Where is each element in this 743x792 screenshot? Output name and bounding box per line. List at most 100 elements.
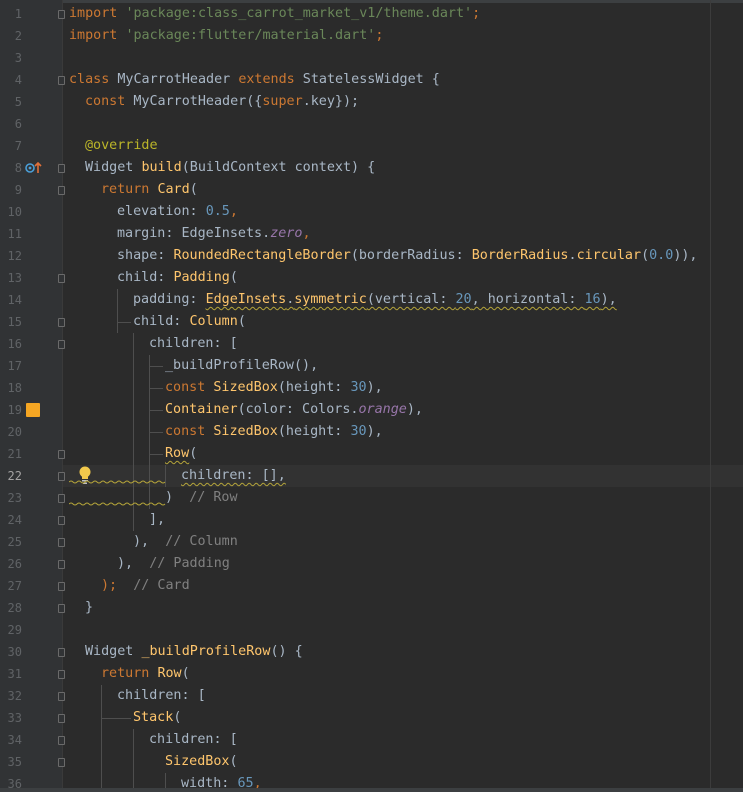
token: children: [],: [181, 468, 286, 483]
code-line-16[interactable]: children: [: [149, 333, 238, 355]
code-line-28[interactable]: }: [85, 597, 93, 619]
warning-squiggle: [69, 480, 166, 484]
line-number: 3: [14, 51, 22, 65]
token: ],: [149, 512, 166, 527]
code-line-10[interactable]: elevation: 0.5,: [117, 201, 238, 223]
color-swatch-icon[interactable]: [26, 403, 40, 417]
line-number: 31: [7, 667, 22, 681]
token: padding:: [133, 292, 206, 307]
token: _buildProfileRow: [141, 644, 271, 659]
code-editor[interactable]: 1 2 3 4 5 6 7 8 9 10 11 12 13 14 15 16 17 18 19 20 21 22 23 24 2…: [0, 0, 743, 792]
token: super: [262, 94, 303, 109]
token: build: [141, 160, 182, 175]
token: (: [641, 248, 650, 263]
token: ): [165, 490, 174, 505]
code-line-27[interactable]: ); // Card: [101, 575, 190, 597]
fold-marker-icon[interactable]: [58, 164, 65, 173]
code-line-33[interactable]: Stack(: [133, 707, 181, 729]
code-line-26[interactable]: ), // Padding: [117, 553, 230, 575]
line-number: 24: [7, 513, 22, 527]
indent-connector: [149, 366, 163, 367]
token: children: [: [117, 688, 206, 703]
code-line-24[interactable]: ],: [149, 509, 165, 531]
code-line-35[interactable]: SizedBox(: [165, 751, 238, 773]
fold-marker-icon[interactable]: [58, 560, 65, 569]
code-line-32[interactable]: children: [: [117, 685, 206, 707]
fold-marker-icon[interactable]: [58, 10, 65, 19]
fold-marker-icon[interactable]: [58, 714, 65, 723]
fold-marker-icon[interactable]: [58, 274, 65, 283]
code-line-12[interactable]: shape: RoundedRectangleBorder(borderRadi…: [117, 245, 698, 267]
fold-marker-icon[interactable]: [58, 604, 65, 613]
fold-marker-icon[interactable]: [58, 76, 65, 85]
code-line-2[interactable]: import 'package:flutter/material.dart';: [69, 25, 383, 47]
code-line-4[interactable]: class MyCarrotHeader extends StatelessWi…: [69, 69, 440, 91]
override-gutter-icon[interactable]: [24, 160, 44, 176]
horizontal-scrollbar[interactable]: [0, 788, 743, 792]
code-line-15[interactable]: child: Column(: [133, 311, 246, 333]
line-number: 26: [7, 557, 22, 571]
token: Padding: [173, 270, 230, 285]
indent-guide: [101, 685, 102, 792]
line-number: 29: [7, 623, 22, 637]
code-line-1[interactable]: import 'package:class_carrot_market_v1/t…: [69, 3, 480, 25]
line-number: 14: [7, 293, 22, 307]
code-line-9[interactable]: return Card(: [101, 179, 198, 201]
fold-marker-icon[interactable]: [58, 340, 65, 349]
line-number: 34: [7, 733, 22, 747]
token: Card: [157, 182, 190, 197]
line-number: 11: [7, 227, 22, 241]
line-number: 25: [7, 535, 22, 549]
code-line-19[interactable]: Container(color: Colors.orange),: [165, 399, 423, 421]
code-line-13[interactable]: child: Padding(: [117, 267, 238, 289]
fold-marker-icon[interactable]: [58, 472, 65, 481]
code-line-30[interactable]: Widget _buildProfileRow() {: [85, 641, 303, 663]
indent-connector: [149, 454, 163, 455]
fold-marker-icon[interactable]: [58, 450, 65, 459]
token: );: [101, 578, 118, 593]
token: () {: [270, 644, 303, 659]
token: const: [165, 380, 206, 395]
fold-marker-icon[interactable]: [58, 538, 65, 547]
code-line-14[interactable]: padding: EdgeInsets.symmetric(vertical: …: [133, 289, 617, 311]
token: _buildProfileRow(),: [165, 358, 319, 373]
fold-marker-icon[interactable]: [58, 692, 65, 701]
fold-marker-icon[interactable]: [58, 516, 65, 525]
line-number: 22: [7, 469, 22, 483]
token: SizedBox: [165, 754, 230, 769]
line-number: 10: [7, 205, 22, 219]
fold-marker-icon[interactable]: [58, 670, 65, 679]
fold-marker-icon[interactable]: [58, 648, 65, 657]
code-line-31[interactable]: return Row(: [101, 663, 190, 685]
code-line-20[interactable]: const SizedBox(height: 30),: [165, 421, 383, 443]
code-line-34[interactable]: children: [: [149, 729, 238, 751]
code-line-18[interactable]: const SizedBox(height: 30),: [165, 377, 383, 399]
code-line-17[interactable]: _buildProfileRow(),: [165, 355, 318, 377]
token: // Card: [133, 578, 190, 593]
token: (borderRadius:: [350, 248, 472, 263]
code-line-23[interactable]: ) // Row: [165, 487, 238, 509]
token: child:: [133, 314, 190, 329]
token: ),: [133, 534, 150, 549]
code-line-8[interactable]: Widget build(BuildContext context) {: [85, 157, 375, 179]
code-line-22[interactable]: children: [],: [181, 465, 286, 487]
token: (: [181, 666, 190, 681]
fold-marker-icon[interactable]: [58, 736, 65, 745]
fold-marker-icon[interactable]: [58, 186, 65, 195]
right-margin-guide: [710, 0, 711, 792]
fold-marker-icon[interactable]: [58, 582, 65, 591]
code-line-7[interactable]: @override: [85, 135, 158, 157]
token: Widget: [85, 160, 142, 175]
code-line-5[interactable]: const MyCarrotHeader({super.key});: [85, 91, 359, 113]
fold-marker-icon[interactable]: [58, 318, 65, 327]
code-line-11[interactable]: margin: EdgeInsets.zero,: [117, 223, 311, 245]
token: return: [101, 666, 150, 681]
fold-marker-icon[interactable]: [58, 494, 65, 503]
fold-marker-icon[interactable]: [58, 758, 65, 767]
token: margin: EdgeInsets.: [117, 226, 271, 241]
warning-squiggle: [69, 502, 166, 506]
token: 'package:class_carrot_market_v1/theme.da…: [125, 6, 473, 21]
code-line-25[interactable]: ), // Column: [133, 531, 238, 553]
code-line-21[interactable]: Row(: [165, 443, 197, 465]
token: , horizontal:: [471, 292, 585, 307]
